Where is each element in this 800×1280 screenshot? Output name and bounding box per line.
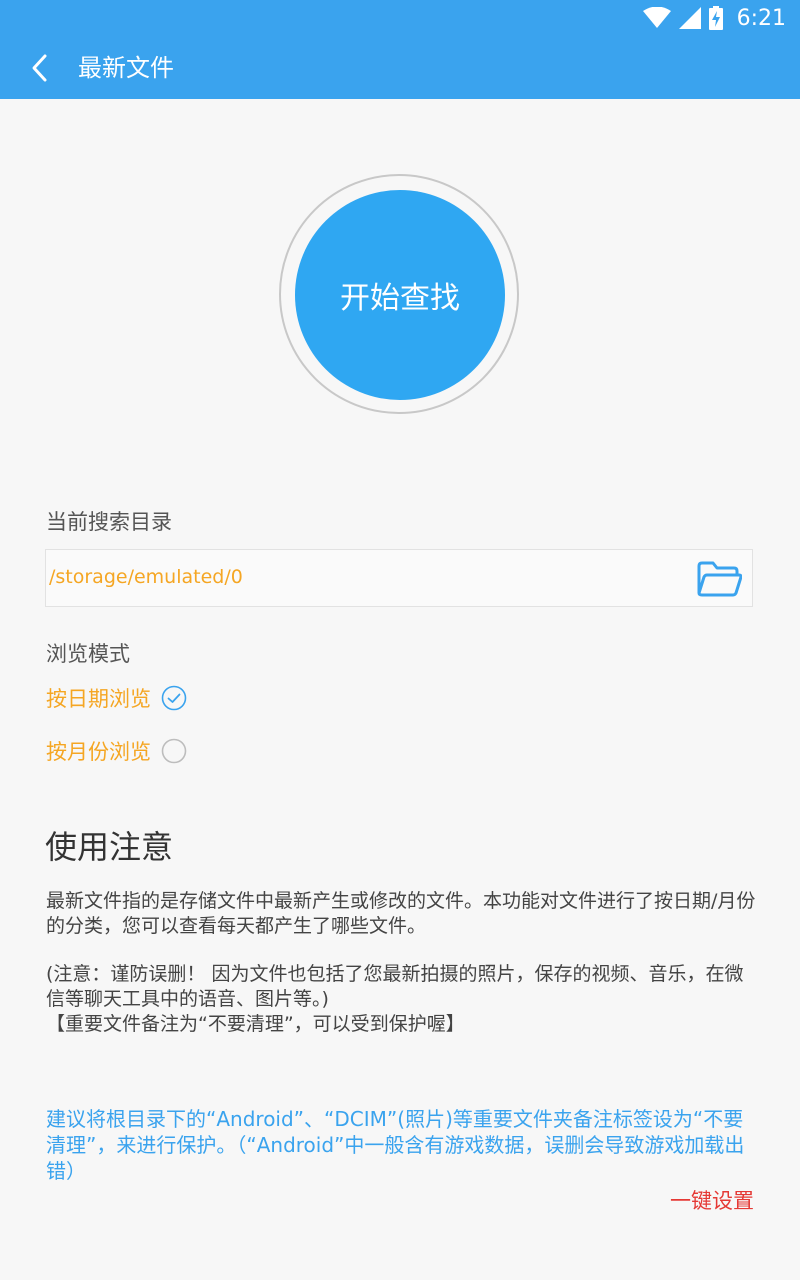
folder-picker-button[interactable] bbox=[696, 559, 743, 599]
empty-circle-icon bbox=[161, 738, 187, 764]
page-title: 最新文件 bbox=[78, 54, 174, 82]
notes-paragraph-3: 【重要文件备注为“不要清理”，可以受到保护喔】 bbox=[46, 1013, 465, 1035]
folder-open-icon bbox=[697, 561, 743, 597]
radio-browse-by-month[interactable]: 按月份浏览 bbox=[46, 736, 187, 766]
radio-label-date: 按日期浏览 bbox=[46, 687, 151, 711]
start-search-button[interactable]: 开始查找 bbox=[295, 190, 505, 400]
battery-charging-icon bbox=[708, 6, 723, 30]
notes-title: 使用注意 bbox=[45, 828, 174, 866]
back-button[interactable] bbox=[20, 48, 60, 88]
chevron-left-icon bbox=[32, 54, 47, 82]
wifi-icon bbox=[642, 7, 671, 28]
search-dir-label: 当前搜索目录 bbox=[46, 510, 172, 534]
signal-icon bbox=[678, 7, 701, 29]
browse-mode-label: 浏览模式 bbox=[46, 642, 130, 666]
one-key-setup-link[interactable]: 一键设置 bbox=[670, 1185, 754, 1215]
status-bar: 6:21 bbox=[642, 5, 786, 31]
check-circle-icon bbox=[161, 685, 187, 711]
protection-tip: 建议将根目录下的“Android”、“DCIM”(照片)等重要文件夹备注标签设为… bbox=[46, 1107, 745, 1183]
notes-paragraph-2: (注意：谨防误删！ 因为文件也包括了您最新拍摄的照片，保存的视频、音乐，在微信等… bbox=[46, 963, 744, 1010]
notes-paragraph-1: 最新文件指的是存储文件中最新产生或修改的文件。本功能对文件进行了按日期/月份的分… bbox=[46, 890, 756, 937]
app-root: 6:21 最新文件 开始查找 当前搜索目录 /storage/emulated/… bbox=[0, 0, 800, 1280]
radio-browse-by-date[interactable]: 按日期浏览 bbox=[46, 683, 187, 713]
status-time: 6:21 bbox=[736, 5, 786, 31]
app-header: 6:21 最新文件 bbox=[0, 0, 800, 99]
search-dir-path: /storage/emulated/0 bbox=[49, 566, 243, 588]
search-dir-field[interactable]: /storage/emulated/0 bbox=[45, 549, 753, 607]
radio-label-month: 按月份浏览 bbox=[46, 740, 151, 764]
